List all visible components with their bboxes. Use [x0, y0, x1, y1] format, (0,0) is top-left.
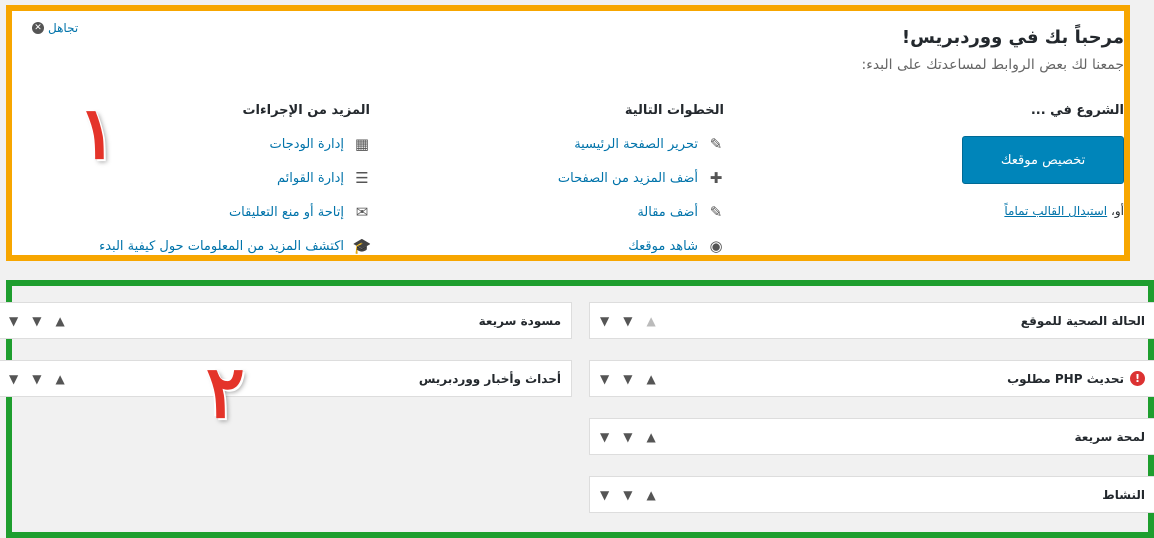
widget-title: أحداث وأخبار ووردبريس	[418, 371, 561, 386]
dismiss-link[interactable]: تجاهل ✕	[32, 21, 78, 35]
or-label: أو،	[1110, 204, 1124, 218]
toggle-icon[interactable]: ▼	[9, 314, 18, 328]
widget-controls: ▼ ▼ ▲	[600, 430, 656, 444]
comments-icon: ✉	[355, 203, 369, 221]
chevron-down-icon[interactable]: ▼	[32, 314, 41, 328]
widget-title: مسودة سريعة	[478, 313, 561, 328]
widget-controls: ▼ ▼ ▲	[9, 372, 65, 386]
change-theme-row: أو، استبدال القالب تماماً	[1004, 204, 1124, 218]
alert-icon: !	[1130, 371, 1145, 386]
plus-icon: ✚	[709, 169, 723, 187]
widget-controls: ▼ ▼ ▲	[600, 488, 656, 502]
chevron-down-icon[interactable]: ▼	[623, 488, 632, 502]
chevron-up-icon[interactable]: ▲	[55, 314, 64, 328]
annotation-number-2: ٢	[206, 349, 245, 434]
welcome-subtitle: جمعنا لك بعض الروابط لمساعدتك على البدء:	[861, 57, 1124, 73]
next-steps-heading: الخطوات التالية	[624, 103, 724, 118]
widget-title: تحديث PHP مطلوب	[1007, 371, 1124, 386]
menus-icon: ☰	[355, 169, 369, 187]
dismiss-label: تجاهل	[48, 21, 79, 35]
edit-icon: ✎	[709, 135, 723, 153]
welcome-panel: تجاهل ✕ مرحباً بك في ووردبريس! جمعنا لك …	[6, 5, 1130, 261]
view-icon: ◉	[709, 237, 723, 255]
chevron-up-icon[interactable]: ▲	[646, 430, 655, 444]
link-label: أضف المزيد من الصفحات	[557, 170, 698, 186]
edit-front-page-link[interactable]: ✎ تحرير الصفحة الرئيسية	[574, 135, 724, 153]
chevron-down-icon[interactable]: ▼	[623, 314, 632, 328]
more-actions-heading: المزيد من الإجراءات	[242, 103, 370, 118]
widget-activity: ▼ ▼ ▲ النشاط	[589, 476, 1154, 513]
toggle-icon[interactable]: ▼	[9, 372, 18, 386]
chevron-up-icon[interactable]: ▲	[646, 488, 655, 502]
widget-title: النشاط	[1102, 487, 1145, 502]
link-label: أضف مقالة	[637, 204, 698, 220]
toggle-icon[interactable]: ▼	[600, 488, 609, 502]
toggle-icon[interactable]: ▼	[600, 372, 609, 386]
close-icon: ✕	[32, 22, 44, 34]
link-label: إدارة الودجات	[269, 136, 344, 152]
widget-events-news: ▼ ▼ ▲ أحداث وأخبار ووردبريس	[0, 360, 572, 397]
manage-widgets-link[interactable]: ▦ إدارة الودجات	[269, 135, 370, 153]
link-label: إدارة القوائم	[277, 170, 344, 186]
chevron-up-icon[interactable]: ▲	[646, 372, 655, 386]
chevron-down-icon[interactable]: ▼	[623, 430, 632, 444]
add-post-link[interactable]: ✎ أضف مقالة	[637, 203, 724, 221]
link-label: اكتشف المزيد من المعلومات حول كيفية البد…	[99, 238, 344, 254]
chevron-up-icon[interactable]: ▲	[646, 314, 655, 328]
toggle-icon[interactable]: ▼	[600, 314, 609, 328]
annotation-number-1: ١	[78, 90, 117, 175]
chevron-down-icon[interactable]: ▼	[32, 372, 41, 386]
edit-icon: ✎	[709, 203, 723, 221]
learn-more-link[interactable]: 🎓 اكتشف المزيد من المعلومات حول كيفية ال…	[99, 237, 372, 255]
widget-site-health: ▼ ▼ ▲ الحالة الصحية للموقع	[589, 302, 1154, 339]
manage-menus-link[interactable]: ☰ إدارة القوائم	[277, 169, 370, 187]
widget-php-update: ▼ ▼ ▲ ! تحديث PHP مطلوب	[589, 360, 1154, 397]
learn-icon: 🎓	[352, 237, 372, 255]
widget-controls: ▼ ▼ ▲	[600, 372, 656, 386]
link-label: شاهد موقعك	[628, 238, 698, 254]
change-theme-link[interactable]: استبدال القالب تماماً	[1004, 204, 1107, 218]
link-label: تحرير الصفحة الرئيسية	[574, 136, 698, 152]
widget-controls: ▼ ▼ ▲	[9, 314, 65, 328]
toggle-icon[interactable]: ▼	[600, 430, 609, 444]
widgets-icon: ▦	[354, 135, 370, 153]
welcome-title: مرحباً بك في ووردبريس!	[901, 27, 1124, 48]
link-label: إتاحة أو منع التعليقات	[228, 204, 344, 220]
toggle-comments-link[interactable]: ✉ إتاحة أو منع التعليقات	[228, 203, 370, 221]
widget-quick-draft: ▼ ▼ ▲ مسودة سريعة	[0, 302, 572, 339]
widget-title-row: ! تحديث PHP مطلوب	[1007, 371, 1145, 386]
chevron-up-icon[interactable]: ▲	[55, 372, 64, 386]
add-pages-link[interactable]: ✚ أضف المزيد من الصفحات	[557, 169, 724, 187]
widget-at-a-glance: ▼ ▼ ▲ لمحة سريعة	[589, 418, 1154, 455]
widget-title: الحالة الصحية للموقع	[1020, 313, 1145, 328]
customize-site-button[interactable]: تخصيص موقعك	[962, 136, 1124, 184]
widget-title: لمحة سريعة	[1074, 429, 1145, 444]
widget-controls: ▼ ▼ ▲	[600, 314, 656, 328]
chevron-down-icon[interactable]: ▼	[623, 372, 632, 386]
get-started-heading: الشروع في ...	[1030, 103, 1124, 118]
view-site-link[interactable]: ◉ شاهد موقعك	[628, 237, 724, 255]
